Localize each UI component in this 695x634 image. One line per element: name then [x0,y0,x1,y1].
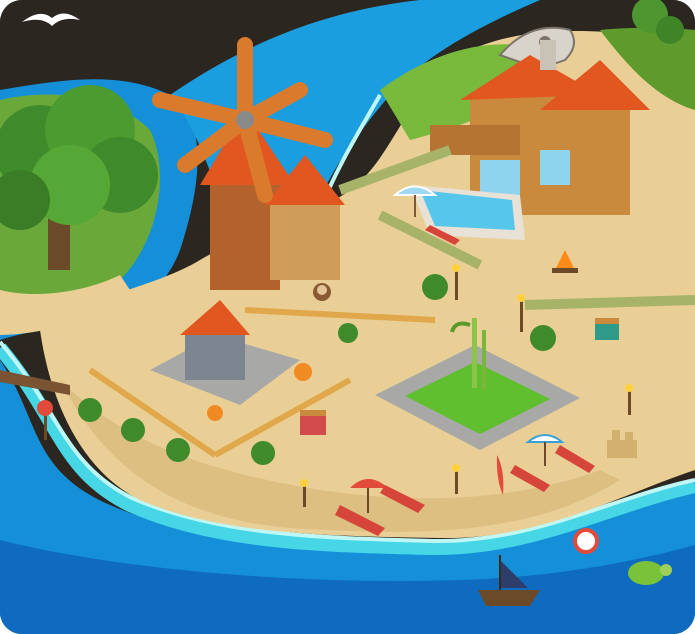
island-map[interactable] [0,0,695,634]
monkey-icon[interactable] [313,283,331,301]
beach-ball-icon[interactable] [573,528,599,554]
game-viewport [0,0,695,634]
treasure-chest-icon[interactable] [300,410,326,435]
pumpkin-icon[interactable] [294,363,312,381]
treasure-chest-icon[interactable] [595,318,619,340]
pumpkin-icon[interactable] [207,405,223,421]
